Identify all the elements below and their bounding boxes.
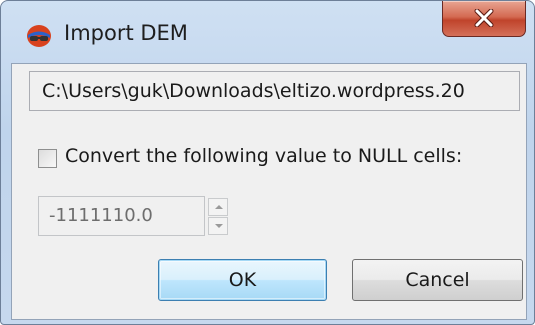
null-value-spinner[interactable] xyxy=(208,198,228,235)
spin-down-icon xyxy=(215,224,223,228)
spin-up-icon xyxy=(215,205,223,209)
window-title: Import DEM xyxy=(64,21,188,45)
import-dem-app-icon xyxy=(26,23,52,49)
dialog-body: C:\Users\guk\Downloads\eltizo.wordpress.… xyxy=(11,63,527,320)
close-icon xyxy=(474,9,494,27)
spin-up-button[interactable] xyxy=(208,198,228,216)
dialog-window: Import DEM C:\Users\guk\Downloads\eltizo… xyxy=(0,0,535,325)
title-bar[interactable]: Import DEM xyxy=(1,1,534,61)
convert-null-label[interactable]: Convert the following value to NULL cell… xyxy=(65,145,462,167)
cancel-button[interactable]: Cancel xyxy=(352,259,523,301)
ok-button[interactable]: OK xyxy=(158,259,327,301)
dem-path-field[interactable]: C:\Users\guk\Downloads\eltizo.wordpress.… xyxy=(29,71,520,111)
convert-null-checkbox[interactable] xyxy=(38,149,57,168)
close-button[interactable] xyxy=(442,1,526,37)
spin-down-button[interactable] xyxy=(208,217,228,235)
null-value-input[interactable]: -1111110.0 xyxy=(38,196,205,236)
